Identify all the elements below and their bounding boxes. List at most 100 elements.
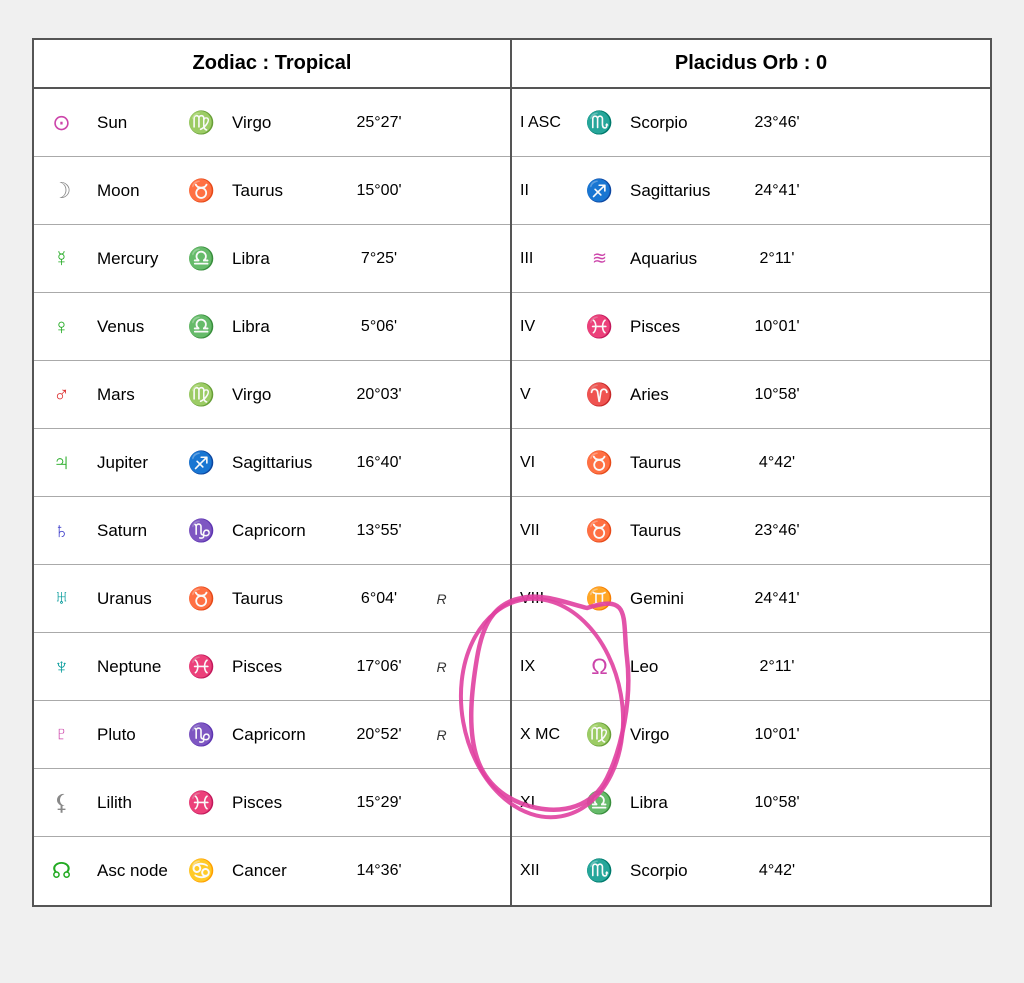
planet-sign: Cancer bbox=[224, 855, 334, 887]
house-sign: Aquarius bbox=[622, 243, 732, 275]
planet-retro: R bbox=[424, 653, 459, 681]
planet-row: ☿ Mercury ♎ Libra 7°25' bbox=[34, 225, 510, 293]
planets-section: ⊙ Sun ♍ Virgo 25°27' ☽ Moon ♉ Taurus 15°… bbox=[34, 89, 512, 905]
house-sign: Scorpio bbox=[622, 107, 732, 139]
house-sign: Gemini bbox=[622, 583, 732, 615]
house-sign: Virgo bbox=[622, 719, 732, 751]
house-row: XI ♎ Libra 10°58' bbox=[512, 769, 990, 837]
planet-sign: Pisces bbox=[224, 651, 334, 683]
planet-retro bbox=[424, 797, 459, 809]
house-row: IX Ω Leo 2°11' bbox=[512, 633, 990, 701]
house-row: I ASC ♏ Scorpio 23°46' bbox=[512, 89, 990, 157]
house-degree: 10°01' bbox=[732, 720, 822, 750]
house-number: XI bbox=[512, 788, 577, 818]
planet-symbol: ♀ bbox=[34, 308, 89, 346]
planet-retro bbox=[424, 321, 459, 333]
planet-name: Mars bbox=[89, 379, 179, 411]
planet-retro bbox=[424, 389, 459, 401]
planet-sign: Pisces bbox=[224, 787, 334, 819]
placidus-header: Placidus Orb : 0 bbox=[512, 40, 990, 87]
planet-degree: 20°52' bbox=[334, 720, 424, 750]
planet-sign: Sagittarius bbox=[224, 447, 334, 479]
houses-section: I ASC ♏ Scorpio 23°46' II ♐ Sagittarius … bbox=[512, 89, 990, 905]
house-number: II bbox=[512, 176, 577, 206]
planet-retro bbox=[424, 185, 459, 197]
astrology-table: Zodiac : Tropical Placidus Orb : 0 ⊙ Sun… bbox=[32, 38, 992, 907]
header-row: Zodiac : Tropical Placidus Orb : 0 bbox=[34, 40, 990, 89]
house-sign-symbol: Ω bbox=[577, 648, 622, 686]
planet-row: ☽ Moon ♉ Taurus 15°00' bbox=[34, 157, 510, 225]
house-degree: 4°42' bbox=[732, 448, 822, 478]
house-number: X MC bbox=[512, 720, 577, 750]
planet-sign-symbol: ♎ bbox=[179, 240, 224, 278]
house-degree: 24°41' bbox=[732, 584, 822, 614]
house-row: V ♈ Aries 10°58' bbox=[512, 361, 990, 429]
planet-sign: Taurus bbox=[224, 583, 334, 615]
planet-retro: R bbox=[424, 585, 459, 613]
planet-sign: Capricorn bbox=[224, 515, 334, 547]
planet-retro bbox=[424, 525, 459, 537]
planet-symbol: ☽ bbox=[34, 172, 89, 210]
house-number: IV bbox=[512, 312, 577, 342]
planet-symbol: ☊ bbox=[34, 852, 89, 890]
planet-sign-symbol: ♑ bbox=[179, 716, 224, 754]
house-sign-symbol: ♊ bbox=[577, 580, 622, 618]
house-row: III ≋ Aquarius 2°11' bbox=[512, 225, 990, 293]
planet-sign: Capricorn bbox=[224, 719, 334, 751]
house-sign: Taurus bbox=[622, 515, 732, 547]
house-number: VI bbox=[512, 448, 577, 478]
planet-sign: Virgo bbox=[224, 379, 334, 411]
planet-sign-symbol: ♋ bbox=[179, 852, 224, 890]
house-row: VI ♉ Taurus 4°42' bbox=[512, 429, 990, 497]
house-sign: Aries bbox=[622, 379, 732, 411]
planet-sign-symbol: ♑ bbox=[179, 512, 224, 550]
main-grid: ⊙ Sun ♍ Virgo 25°27' ☽ Moon ♉ Taurus 15°… bbox=[34, 89, 990, 905]
planet-name: Saturn bbox=[89, 515, 179, 547]
house-degree: 23°46' bbox=[732, 516, 822, 546]
planet-name: Asc node bbox=[89, 855, 179, 887]
house-degree: 4°42' bbox=[732, 856, 822, 886]
house-number: V bbox=[512, 380, 577, 410]
planet-sign-symbol: ♎ bbox=[179, 308, 224, 346]
house-row: VIII ♊ Gemini 24°41' bbox=[512, 565, 990, 633]
planet-row: ♂ Mars ♍ Virgo 20°03' bbox=[34, 361, 510, 429]
planet-sign-symbol: ♉ bbox=[179, 172, 224, 210]
planet-sign: Taurus bbox=[224, 175, 334, 207]
planet-row: ⊙ Sun ♍ Virgo 25°27' bbox=[34, 89, 510, 157]
planet-name: Moon bbox=[89, 175, 179, 207]
planet-row: ♆ Neptune ♓ Pisces 17°06' R bbox=[34, 633, 510, 701]
planet-sign-symbol: ♍ bbox=[179, 376, 224, 414]
planet-retro bbox=[424, 253, 459, 265]
house-degree: 2°11' bbox=[732, 652, 822, 682]
planet-sign-symbol: ♉ bbox=[179, 580, 224, 618]
planet-name: Pluto bbox=[89, 719, 179, 751]
planet-symbol: ⚸ bbox=[34, 784, 89, 822]
house-sign: Scorpio bbox=[622, 855, 732, 887]
house-number: VIII bbox=[512, 584, 577, 614]
planet-row: ♅ Uranus ♉ Taurus 6°04' R bbox=[34, 565, 510, 633]
house-row: XII ♏ Scorpio 4°42' bbox=[512, 837, 990, 905]
planet-sign-symbol: ♓ bbox=[179, 784, 224, 822]
planet-row: ♄ Saturn ♑ Capricorn 13°55' bbox=[34, 497, 510, 565]
planet-degree: 6°04' bbox=[334, 584, 424, 614]
house-sign-symbol: ♍ bbox=[577, 716, 622, 754]
planet-degree: 15°29' bbox=[334, 788, 424, 818]
house-sign-symbol: ♉ bbox=[577, 512, 622, 550]
planet-symbol: ☿ bbox=[34, 240, 89, 278]
house-row: X MC ♍ Virgo 10°01' bbox=[512, 701, 990, 769]
house-row: II ♐ Sagittarius 24°41' bbox=[512, 157, 990, 225]
house-sign-symbol: ♏ bbox=[577, 852, 622, 890]
planet-name: Sun bbox=[89, 107, 179, 139]
house-sign: Taurus bbox=[622, 447, 732, 479]
house-sign-symbol: ♉ bbox=[577, 444, 622, 482]
house-row: IV ♓ Pisces 10°01' bbox=[512, 293, 990, 361]
house-sign: Sagittarius bbox=[622, 175, 732, 207]
planet-name: Lilith bbox=[89, 787, 179, 819]
planet-row: ♀ Venus ♎ Libra 5°06' bbox=[34, 293, 510, 361]
planet-retro bbox=[424, 457, 459, 469]
planet-retro: R bbox=[424, 721, 459, 749]
house-sign: Leo bbox=[622, 651, 732, 683]
house-sign-symbol: ♓ bbox=[577, 308, 622, 346]
planet-degree: 17°06' bbox=[334, 652, 424, 682]
planet-degree: 15°00' bbox=[334, 176, 424, 206]
